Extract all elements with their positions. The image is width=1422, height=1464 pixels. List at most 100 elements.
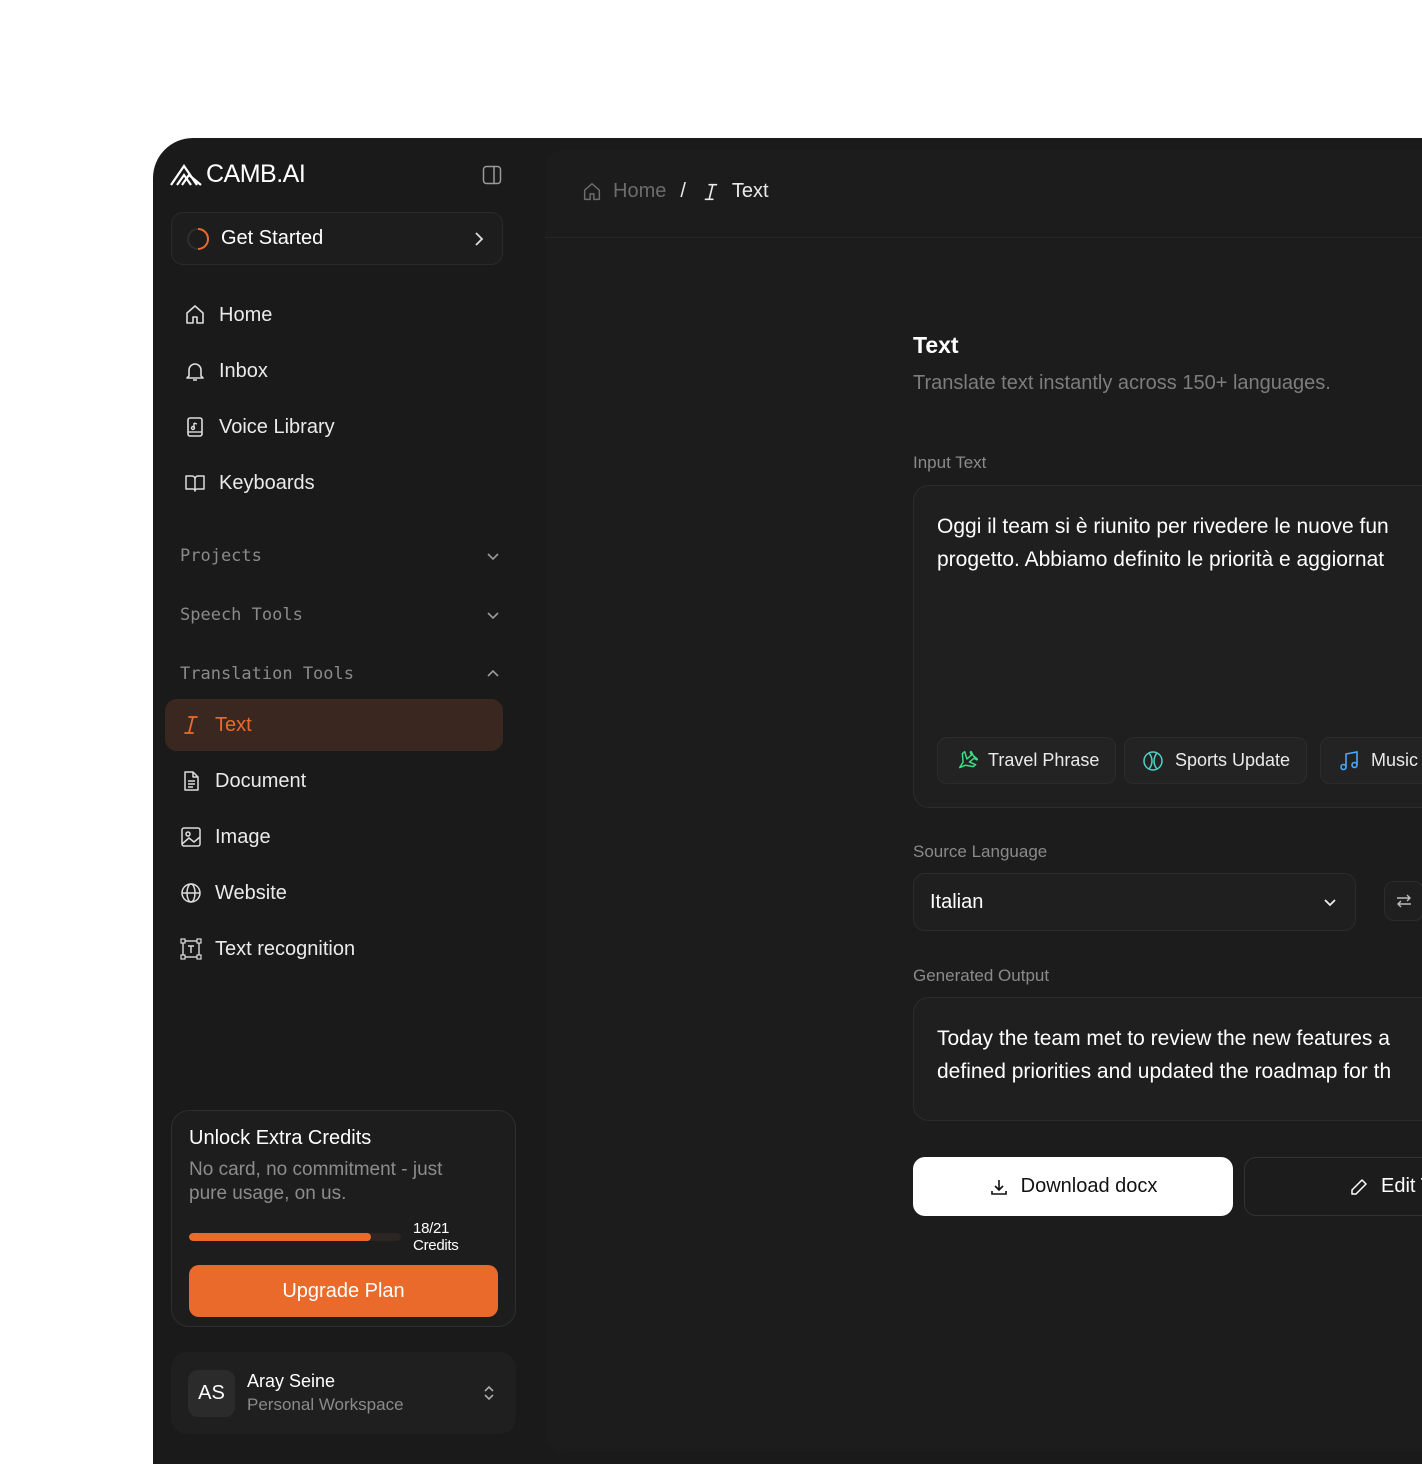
breadcrumb-separator: / xyxy=(680,180,686,202)
generated-output-area[interactable]: Today the team met to review the new fea… xyxy=(913,997,1422,1121)
chip-label: Music xyxy=(1371,750,1419,770)
get-started-label: Get Started xyxy=(221,227,324,249)
document-icon xyxy=(184,771,199,791)
globe-icon xyxy=(181,883,201,903)
tool-item-text[interactable]: Text xyxy=(165,699,503,751)
swap-arrows-icon xyxy=(1397,894,1411,908)
credits-progress-track xyxy=(189,1233,402,1241)
main-panel: Home / Text Text Translate text instantl… xyxy=(545,150,1422,1452)
sample-chip-music[interactable]: Music xyxy=(1320,737,1422,784)
page-subtitle: Translate text instantly across 150+ lan… xyxy=(913,372,1331,394)
music-note-icon xyxy=(1340,750,1358,770)
voice-book-icon xyxy=(187,417,203,437)
page-title: Text xyxy=(913,332,959,358)
input-text-value: Oggi il team si è riunito per rivedere l… xyxy=(937,510,1422,576)
nav-item-label: Voice Library xyxy=(219,415,335,438)
chevron-down-icon xyxy=(487,612,499,620)
nav-item-home[interactable]: Home xyxy=(183,295,272,335)
tool-item-label: Image xyxy=(215,825,271,848)
input-text-label: Input Text xyxy=(913,453,987,472)
credits-title: Unlock Extra Credits xyxy=(189,1127,372,1149)
section-translation-tools[interactable]: Translation Tools xyxy=(180,659,502,689)
output-text-line: Today the team met to review the new fea… xyxy=(937,1027,1390,1050)
section-label: Translation Tools xyxy=(180,664,354,684)
brand-name: CAMB.AI xyxy=(206,160,306,188)
pencil-icon xyxy=(1351,1178,1367,1195)
nav-item-label: Home xyxy=(219,303,273,326)
input-text-line: Oggi il team si è riunito per rivedere l… xyxy=(937,515,1389,538)
credits-count: 18/21 Credits xyxy=(413,1220,459,1254)
tool-item-label: Document xyxy=(215,769,307,792)
sidebar-toggle-button[interactable] xyxy=(481,164,503,186)
sidebar-panel-icon xyxy=(482,165,502,185)
download-docx-button[interactable]: Download docx xyxy=(913,1157,1233,1216)
tool-item-label: Text recognition xyxy=(215,937,356,960)
user-name: Aray Seine xyxy=(247,1371,336,1391)
airplane-icon xyxy=(958,750,978,768)
get-started-button[interactable]: Get Started xyxy=(171,212,503,265)
chevron-right-icon xyxy=(475,231,484,246)
user-switcher[interactable]: AS Aray Seine Personal Workspace xyxy=(171,1352,516,1434)
tool-item-label: Website xyxy=(215,881,287,904)
nav-item-keyboards[interactable]: Keyboards xyxy=(183,463,315,503)
source-language-value: Italian xyxy=(930,890,984,913)
tennis-ball-icon xyxy=(1143,750,1163,771)
nav-item-inbox[interactable]: Inbox xyxy=(183,351,268,391)
user-workspace: Personal Workspace xyxy=(247,1395,404,1414)
input-text-line: progetto. Abbiamo definito le priorità e… xyxy=(937,548,1385,571)
tool-item-image[interactable]: Image xyxy=(165,811,503,863)
sample-chip-sports-update[interactable]: Sports Update xyxy=(1124,737,1308,784)
edit-text-button[interactable]: Edit T xyxy=(1244,1157,1422,1216)
section-speech-tools[interactable]: Speech Tools xyxy=(180,600,502,630)
chevron-down-icon xyxy=(487,553,499,561)
tool-item-website[interactable]: Website xyxy=(165,867,503,919)
bell-icon xyxy=(186,363,204,381)
camb-logo-icon xyxy=(170,163,202,186)
tool-item-document[interactable]: Document xyxy=(165,755,503,807)
breadcrumb-home-link[interactable]: Home xyxy=(613,180,666,203)
brand-logo[interactable]: CAMB.AI xyxy=(170,160,306,189)
credits-description: No card, no commitment - just pure usage… xyxy=(189,1159,443,1204)
header-divider xyxy=(545,237,1422,238)
app-window: CAMB.AI Get Started Home Inbox Voice Lib… xyxy=(153,138,1422,1464)
progress-ring-icon xyxy=(187,227,209,250)
source-language-label: Source Language xyxy=(913,842,1048,861)
output-text-line: defined priorities and updated the roadm… xyxy=(937,1060,1392,1083)
tool-item-text-recognition[interactable]: Text recognition xyxy=(165,923,503,975)
avatar: AS xyxy=(188,1369,235,1417)
chevron-down-icon xyxy=(1324,899,1336,907)
text-cursor-icon xyxy=(184,716,198,734)
nav-item-label: Inbox xyxy=(219,359,268,382)
credits-card: Unlock Extra Credits No card, no commitm… xyxy=(171,1110,516,1327)
download-label: Download docx xyxy=(1020,1175,1158,1197)
nav-item-label: Keyboards xyxy=(219,471,315,494)
credits-progress: 18/21 Credits xyxy=(189,1220,498,1254)
sidebar: CAMB.AI Get Started Home Inbox Voice Lib… xyxy=(153,138,533,1464)
breadcrumb: Home / Text xyxy=(581,180,769,203)
text-cursor-icon xyxy=(704,183,718,200)
image-icon xyxy=(181,827,201,847)
chevron-up-icon xyxy=(487,669,499,677)
chip-label: Travel Phrase xyxy=(988,750,1100,770)
credits-progress-fill xyxy=(189,1233,371,1241)
chevron-up-down-icon xyxy=(484,1385,494,1401)
tool-item-label: Text xyxy=(215,713,252,736)
section-projects[interactable]: Projects xyxy=(180,541,502,571)
swap-languages-button[interactable] xyxy=(1384,881,1422,921)
sample-chip-travel-phrase[interactable]: Travel Phrase xyxy=(937,737,1117,784)
download-icon xyxy=(990,1179,1007,1195)
edit-label: Edit T xyxy=(1381,1175,1422,1197)
input-text-area[interactable]: Oggi il team si è riunito per rivedere l… xyxy=(913,485,1422,808)
source-language-select[interactable]: Italian xyxy=(913,873,1356,931)
generated-output-value: Today the team met to review the new fea… xyxy=(937,1022,1391,1088)
nav-item-voice-library[interactable]: Voice Library xyxy=(183,407,335,447)
generated-output-label: Generated Output xyxy=(913,966,1050,985)
home-icon xyxy=(583,182,601,200)
home-icon xyxy=(186,305,204,324)
open-book-icon xyxy=(185,475,205,492)
upgrade-plan-button[interactable]: Upgrade Plan xyxy=(189,1265,498,1317)
breadcrumb-current: Text xyxy=(731,180,769,202)
section-label: Projects xyxy=(180,546,262,566)
chip-label: Sports Update xyxy=(1175,750,1291,770)
user-info: Aray Seine Personal Workspace xyxy=(247,1371,479,1415)
